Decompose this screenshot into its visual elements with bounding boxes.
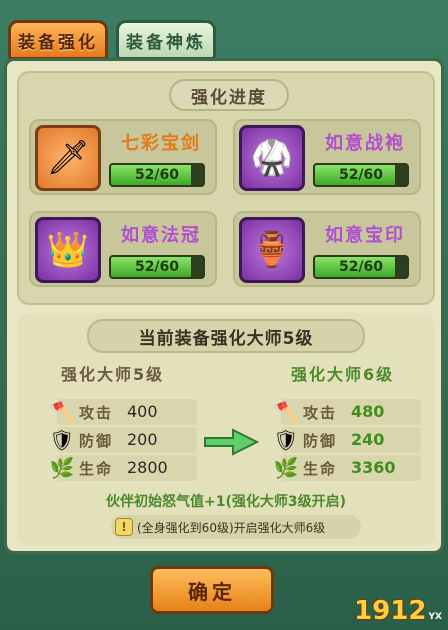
equip-name: 如意法冠 bbox=[121, 225, 201, 246]
progress-title: 强化进度 bbox=[169, 79, 289, 111]
current-master-level: 强化大师5级 bbox=[61, 365, 165, 384]
progress-bar: 52/60 bbox=[109, 163, 205, 187]
stat-value: 3360 bbox=[351, 458, 396, 477]
next-master-level: 强化大师6级 bbox=[291, 365, 395, 384]
health-icon: 🌿 bbox=[49, 456, 75, 480]
tab-equip-refine[interactable]: 装备神炼 bbox=[116, 20, 216, 60]
enhance-progress-section: 强化进度 🗡 七彩宝剑 52/60 🥋 如意战袍 52/60 👑 如意法冠 52… bbox=[17, 71, 435, 305]
armor-icon[interactable]: 🥋 bbox=[239, 125, 305, 191]
tip-text: (全身强化到60级)开启强化大师6级 bbox=[137, 520, 326, 535]
tab-equip-enhance[interactable]: 装备强化 bbox=[8, 20, 108, 60]
stat-label: 生命 bbox=[303, 460, 338, 478]
confirm-button[interactable]: 确定 bbox=[150, 566, 274, 614]
attack-icon: 🪓 bbox=[49, 400, 75, 424]
stat-label: 攻击 bbox=[303, 404, 338, 422]
stat-value: 200 bbox=[127, 430, 158, 449]
arrow-right-icon bbox=[204, 428, 259, 456]
progress-value: 52/60 bbox=[134, 259, 180, 275]
stat-label: 生命 bbox=[79, 460, 114, 478]
stat-value: 240 bbox=[351, 430, 385, 449]
stat-row-attack-next: 🪓 攻击 480 bbox=[274, 399, 421, 425]
stat-value: 480 bbox=[351, 402, 385, 421]
equip-card-robe[interactable]: 🥋 如意战袍 52/60 bbox=[233, 119, 421, 195]
equip-name: 如意战袍 bbox=[325, 133, 405, 154]
enhance-master-section: 当前装备强化大师5级 强化大师5级 强化大师6级 🪓 攻击 400 🛡 防御 2… bbox=[17, 313, 435, 545]
crown-icon[interactable]: 👑 bbox=[35, 217, 101, 283]
stat-label: 攻击 bbox=[79, 404, 114, 422]
bonus-text: 伙伴初始怒气值+1(强化大师3级开启) bbox=[105, 494, 346, 510]
equip-name: 如意宝印 bbox=[325, 225, 405, 246]
progress-bar: 52/60 bbox=[313, 163, 409, 187]
exclamation-icon: ! bbox=[115, 518, 133, 536]
seal-icon[interactable]: 🏺 bbox=[239, 217, 305, 283]
stat-row-attack-current: 🪓 攻击 400 bbox=[50, 399, 197, 425]
progress-bar: 52/60 bbox=[109, 255, 205, 279]
main-panel: 强化进度 🗡 七彩宝剑 52/60 🥋 如意战袍 52/60 👑 如意法冠 52… bbox=[4, 58, 444, 554]
defense-icon: 🛡 bbox=[273, 428, 299, 452]
equip-name: 七彩宝剑 bbox=[121, 133, 201, 154]
progress-bar: 52/60 bbox=[313, 255, 409, 279]
stat-value: 400 bbox=[127, 402, 158, 421]
sword-icon[interactable]: 🗡 bbox=[35, 125, 101, 191]
site-logo: 1912 YX bbox=[332, 596, 442, 626]
defense-icon: 🛡 bbox=[49, 428, 75, 452]
stat-row-health-next: 🌿 生命 3360 bbox=[274, 455, 421, 481]
unlock-tip: ! (全身强化到60级)开启强化大师6级 bbox=[111, 515, 361, 539]
attack-icon: 🪓 bbox=[273, 400, 299, 424]
master-title: 当前装备强化大师5级 bbox=[87, 319, 365, 353]
logo-sub: YX bbox=[428, 612, 442, 622]
health-icon: 🌿 bbox=[273, 456, 299, 480]
equip-card-seal[interactable]: 🏺 如意宝印 52/60 bbox=[233, 211, 421, 287]
stat-row-defense-next: 🛡 防御 240 bbox=[273, 427, 421, 453]
progress-value: 52/60 bbox=[134, 167, 180, 183]
stat-row-defense-current: 🛡 防御 200 bbox=[49, 427, 197, 453]
progress-value: 52/60 bbox=[338, 167, 384, 183]
equip-card-sword[interactable]: 🗡 七彩宝剑 52/60 bbox=[29, 119, 217, 195]
progress-value: 52/60 bbox=[338, 259, 384, 275]
stat-row-health-current: 🌿 生命 2800 bbox=[50, 455, 197, 481]
stat-label: 防御 bbox=[303, 432, 338, 450]
logo-main: 1912 bbox=[354, 596, 427, 626]
equip-card-crown[interactable]: 👑 如意法冠 52/60 bbox=[29, 211, 217, 287]
stat-value: 2800 bbox=[127, 458, 168, 477]
stat-label: 防御 bbox=[79, 432, 114, 450]
